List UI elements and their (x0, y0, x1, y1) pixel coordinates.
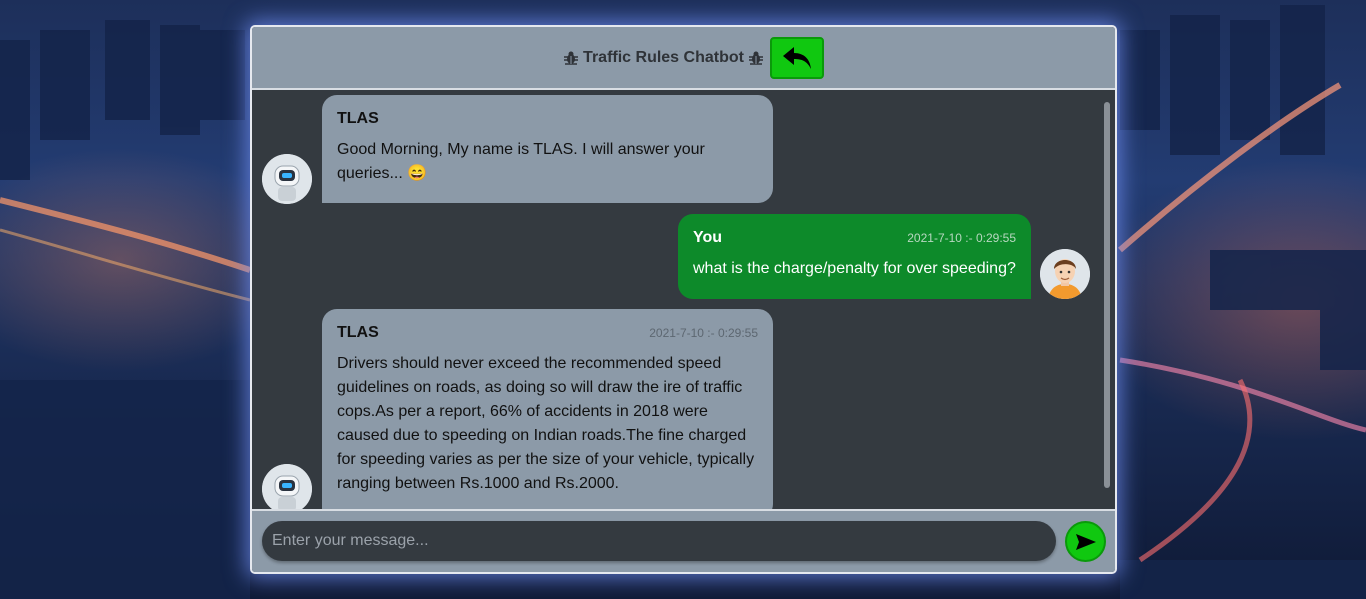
message-text: Drivers should never exceed the recommen… (337, 355, 755, 492)
scrollbar[interactable] (1104, 102, 1110, 488)
send-icon (1075, 533, 1096, 550)
send-button[interactable] (1065, 521, 1106, 562)
page-title: Traffic Rules Chatbot (563, 49, 764, 67)
sender-name: You (693, 229, 723, 246)
chat-footer (252, 509, 1115, 572)
message-text: Good Morning, My name is TLAS. I will an… (337, 141, 705, 182)
chat-window: Traffic Rules Chatbot TLAS Good Morning,… (250, 25, 1117, 574)
sender-name: TLAS (337, 110, 379, 127)
bot-message-bubble: TLAS Good Morning, My name is TLAS. I wi… (322, 95, 773, 203)
user-message-bubble: You 2021-7-10 :- 0:29:55 what is the cha… (678, 214, 1031, 299)
message-timestamp: 2021-7-10 :- 0:29:55 (907, 231, 1016, 245)
bug-icon (748, 51, 763, 65)
bug-icon (564, 51, 579, 65)
chatbot-title: Traffic Rules Chatbot (583, 48, 744, 66)
message-timestamp: 2021-7-10 :- 0:29:55 (649, 326, 758, 340)
user-avatar (1040, 249, 1090, 299)
bot-avatar (262, 464, 312, 511)
message-input[interactable] (262, 521, 1056, 561)
sender-name: TLAS (337, 324, 379, 341)
bot-message-bubble: TLAS 2021-7-10 :- 0:29:55 Drivers should… (322, 309, 773, 511)
reply-arrow-icon (783, 47, 811, 69)
chat-messages[interactable]: TLAS Good Morning, My name is TLAS. I wi… (252, 92, 1115, 511)
bot-avatar (262, 154, 312, 204)
back-button[interactable] (770, 37, 824, 79)
chat-header: Traffic Rules Chatbot (252, 27, 1115, 90)
message-text: what is the charge/penalty for over spee… (693, 260, 1016, 277)
